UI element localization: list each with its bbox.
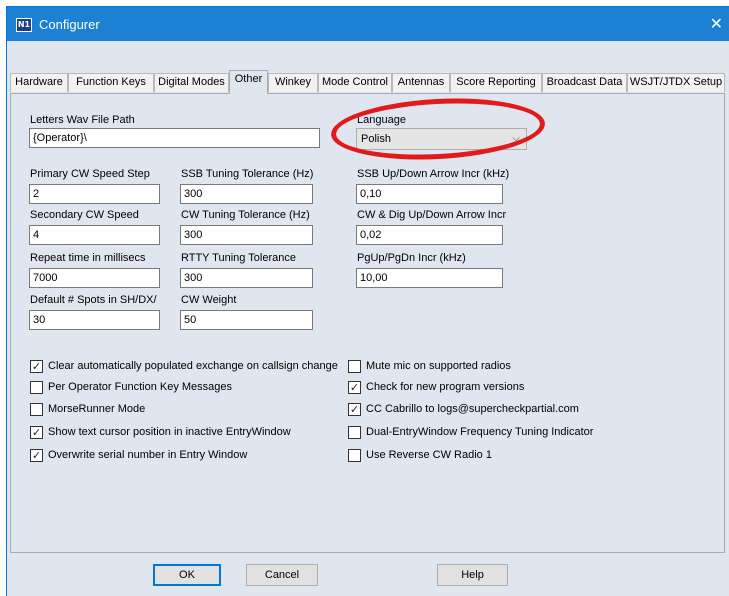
cancel-button[interactable]: Cancel xyxy=(246,564,318,586)
repeat-time-input[interactable]: 7000 xyxy=(29,268,160,288)
tab-function-keys[interactable]: Function Keys xyxy=(68,73,154,92)
cc-cabrillo-checkbox[interactable]: ✓ xyxy=(348,403,361,416)
reverse-cw-radio1-label: Use Reverse CW Radio 1 xyxy=(366,449,492,461)
morserunner-mode-checkbox[interactable] xyxy=(30,403,43,416)
ssb-arrow-incr-label: SSB Up/Down Arrow Incr (kHz) xyxy=(357,168,510,180)
clear-exchange-checkbox[interactable]: ✓ xyxy=(30,360,43,373)
per-operator-fkeys-checkbox[interactable] xyxy=(30,381,43,394)
cw-tuning-tolerance-label: CW Tuning Tolerance (Hz) xyxy=(181,209,310,221)
tab-mode-control[interactable]: Mode Control xyxy=(318,73,392,92)
mute-mic-checkbox[interactable] xyxy=(348,360,361,373)
cw-weight-label: CW Weight xyxy=(181,294,237,306)
dual-entrywindow-label: Dual-EntryWindow Frequency Tuning Indica… xyxy=(366,426,594,438)
check-new-versions-checkbox[interactable]: ✓ xyxy=(348,381,361,394)
ssb-tuning-tolerance-input[interactable]: 300 xyxy=(180,184,313,204)
rtty-tuning-tolerance-label: RTTY Tuning Tolerance xyxy=(181,252,296,264)
ssb-arrow-incr-input[interactable]: 0,10 xyxy=(356,184,503,204)
tab-score-reporting[interactable]: Score Reporting xyxy=(450,73,542,92)
morserunner-mode-label: MorseRunner Mode xyxy=(48,403,146,415)
primary-cw-step-label: Primary CW Speed Step xyxy=(30,168,150,180)
help-button[interactable]: Help xyxy=(437,564,508,586)
tab-other[interactable]: Other xyxy=(229,70,268,94)
ok-button[interactable]: OK xyxy=(153,564,221,586)
close-icon[interactable]: ✕ xyxy=(710,14,723,33)
default-spots-input[interactable]: 30 xyxy=(29,310,160,330)
tab-winkey[interactable]: Winkey xyxy=(268,73,318,92)
cw-tuning-tolerance-input[interactable]: 300 xyxy=(180,225,313,245)
primary-cw-step-input[interactable]: 2 xyxy=(29,184,160,204)
reverse-cw-radio1-checkbox[interactable] xyxy=(348,449,361,462)
title-bar[interactable]: N1 Configurer ✕ xyxy=(7,7,729,41)
overwrite-serial-label: Overwrite serial number in Entry Window xyxy=(48,449,248,461)
pgup-pgdn-incr-input[interactable]: 10,00 xyxy=(356,268,503,288)
per-operator-fkeys-label: Per Operator Function Key Messages xyxy=(48,381,233,393)
rtty-tuning-tolerance-input[interactable]: 300 xyxy=(180,268,313,288)
mute-mic-label: Mute mic on supported radios xyxy=(366,360,511,372)
clear-exchange-label: Clear automatically populated exchange o… xyxy=(48,360,338,372)
tab-hardware[interactable]: Hardware xyxy=(10,73,68,92)
cw-dig-arrow-incr-input[interactable]: 0,02 xyxy=(356,225,503,245)
cw-weight-input[interactable]: 50 xyxy=(180,310,313,330)
letters-wav-label: Letters Wav File Path xyxy=(30,114,135,126)
check-new-versions-label: Check for new program versions xyxy=(366,381,525,393)
app-icon: N1 xyxy=(16,18,32,32)
cc-cabrillo-label: CC Cabrillo to logs@supercheckpartial.co… xyxy=(366,403,579,415)
secondary-cw-speed-input[interactable]: 4 xyxy=(29,225,160,245)
show-text-cursor-label: Show text cursor position in inactive En… xyxy=(48,426,291,438)
tab-wsjt-jtdx-setup[interactable]: WSJT/JTDX Setup xyxy=(627,73,725,92)
tab-antennas[interactable]: Antennas xyxy=(392,73,450,92)
dual-entrywindow-checkbox[interactable] xyxy=(348,426,361,439)
letters-wav-input[interactable]: {Operator}\ xyxy=(29,128,320,148)
tab-digital-modes[interactable]: Digital Modes xyxy=(154,73,229,92)
cw-dig-arrow-incr-label: CW & Dig Up/Down Arrow Incr xyxy=(357,209,507,221)
ssb-tuning-tolerance-label: SSB Tuning Tolerance (Hz) xyxy=(181,168,314,180)
show-text-cursor-checkbox[interactable]: ✓ xyxy=(30,426,43,439)
repeat-time-label: Repeat time in millisecs xyxy=(30,252,146,264)
pgup-pgdn-incr-label: PgUp/PgDn Incr (kHz) xyxy=(357,252,466,264)
default-spots-label: Default # Spots in SH/DX/ xyxy=(30,294,157,306)
overwrite-serial-checkbox[interactable]: ✓ xyxy=(30,449,43,462)
window-title: Configurer xyxy=(39,17,100,32)
tab-broadcast-data[interactable]: Broadcast Data xyxy=(542,73,627,92)
secondary-cw-speed-label: Secondary CW Speed xyxy=(30,209,139,221)
